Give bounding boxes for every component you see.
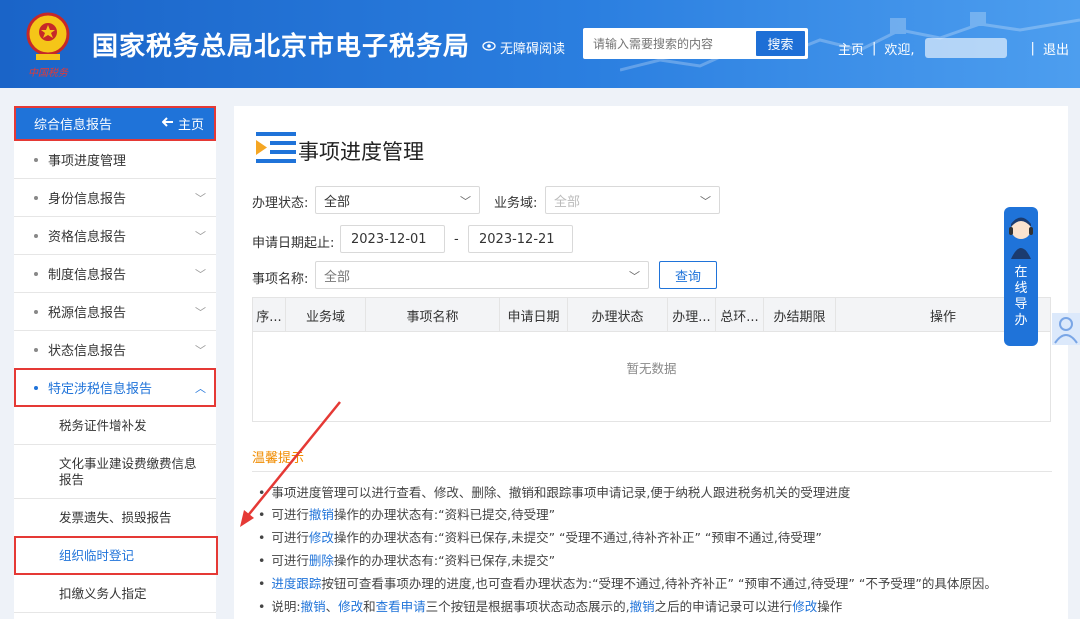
annotation-arrow: [240, 401, 341, 527]
assistant-label-char: 办: [1014, 313, 1028, 328]
assistant-label-char: 导: [1014, 297, 1028, 312]
assistant-avatar-icon: [1009, 217, 1033, 259]
user-icon: [1054, 317, 1078, 344]
online-assistant-button[interactable]: 在 线 导 办: [1004, 207, 1038, 346]
assistant-label-char: 线: [1014, 281, 1028, 296]
user-float-button[interactable]: [1052, 313, 1080, 345]
assistant-label-char: 在: [1014, 265, 1028, 280]
assistant-label: 在 线 导 办: [1004, 265, 1038, 329]
